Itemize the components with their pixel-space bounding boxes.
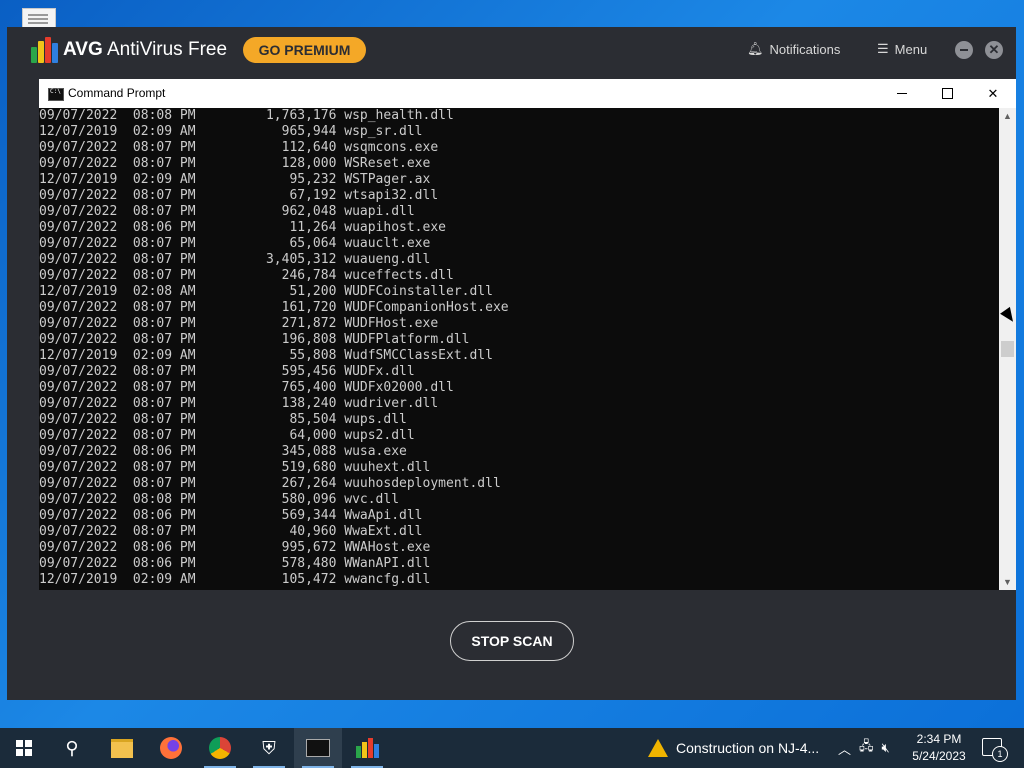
windows-logo-icon (16, 740, 32, 756)
avg-app-title: AVG AntiVirus Free (63, 39, 227, 61)
chevron-up-icon[interactable]: ︿ (838, 739, 851, 758)
console-line: 09/07/2022 08:06 PM 11,264 wuapihost.exe (39, 220, 446, 235)
taskbar: ⚲ ⛨ Construction on NJ-4... ︿ 🖧︎ 🔇︎ 2:34… (0, 728, 1024, 768)
search-button[interactable]: ⚲ (48, 728, 96, 768)
shield-icon: ⛨ (262, 737, 276, 758)
console-line: 09/07/2022 08:06 PM 995,672 WWAHost.exe (39, 540, 431, 555)
bell-icon: 🔔︎ (747, 41, 764, 56)
console-line: 09/07/2022 08:07 PM 128,000 WSReset.exe (39, 156, 431, 171)
go-premium-button[interactable]: GO PREMIUM (243, 37, 366, 63)
console-line: 09/07/2022 08:07 PM 765,400 WUDFx02000.d… (39, 380, 454, 395)
cmd-scrollbar[interactable]: ▲ ▼ (999, 108, 1016, 590)
hamburger-icon: ☰ (877, 41, 889, 56)
console-line: 12/07/2019 02:09 AM 95,232 WSTPager.ax (39, 172, 431, 187)
console-line: 09/07/2022 08:07 PM 65,064 wuauclt.exe (39, 236, 431, 251)
console-line: 09/07/2022 08:07 PM 962,048 wuapi.dll (39, 204, 415, 219)
console-line: 09/07/2022 08:07 PM 271,872 WUDFHost.exe (39, 316, 439, 331)
stop-scan-button[interactable]: STOP SCAN (450, 621, 574, 661)
scroll-up-arrow-icon[interactable]: ▲ (999, 108, 1016, 124)
console-line: 09/07/2022 08:07 PM 64,000 wups2.dll (39, 428, 415, 443)
taskbar-security[interactable]: ⛨ (245, 728, 293, 768)
console-line: 09/07/2022 08:06 PM 569,344 WwaApi.dll (39, 508, 423, 523)
notifications-label: Notifications (769, 41, 841, 57)
avg-minimize-button[interactable] (955, 41, 973, 59)
avg-close-button[interactable]: ✕ (985, 41, 1003, 59)
cmd-close-button[interactable]: ✕ (970, 79, 1016, 108)
console-line: 09/07/2022 08:07 PM 519,680 wuuhext.dll (39, 460, 431, 475)
console-line: 09/07/2022 08:07 PM 161,720 WUDFCompanio… (39, 300, 509, 315)
console-line: 09/07/2022 08:08 PM 1,763,176 wsp_health… (39, 108, 454, 123)
system-tray: ︿ 🖧︎ 🔇︎ (838, 728, 890, 768)
cmd-maximize-button[interactable] (924, 79, 970, 108)
menu-button[interactable]: ☰ Menu (877, 41, 927, 57)
console-line: 09/07/2022 08:07 PM 595,456 WUDFx.dll (39, 364, 415, 379)
cmd-window-title: Command Prompt (68, 86, 166, 100)
console-line: 09/07/2022 08:06 PM 345,088 wusa.exe (39, 444, 407, 459)
cmd-icon (48, 88, 64, 101)
taskbar-file-explorer[interactable] (98, 728, 146, 768)
clock-time: 2:34 PM (916, 732, 962, 746)
menu-label: Menu (894, 41, 928, 57)
start-button[interactable] (0, 728, 48, 768)
console-line: 12/07/2019 02:08 AM 51,200 WUDFCoinstall… (39, 284, 493, 299)
taskbar-clock[interactable]: 2:34 PM 5/24/2023 (906, 731, 972, 765)
weather-widget[interactable]: Construction on NJ-4... (648, 728, 819, 768)
avg-taskbar-icon (355, 738, 379, 758)
cmd-minimize-button[interactable] (879, 79, 925, 108)
console-line: 09/07/2022 08:06 PM 578,480 WWanAPI.dll (39, 556, 431, 571)
console-line: 09/07/2022 08:07 PM 246,784 wuceffects.d… (39, 268, 454, 283)
notification-count-badge: 1 (992, 746, 1008, 762)
firefox-icon (160, 737, 182, 759)
scrollbar-thumb[interactable] (1001, 341, 1014, 357)
console-line: 12/07/2019 02:09 AM 105,472 wwancfg.dll (39, 572, 431, 587)
taskbar-firefox[interactable] (147, 728, 195, 768)
console-line: 09/07/2022 08:08 PM 580,096 wvc.dll (39, 492, 400, 507)
taskbar-command-prompt[interactable] (294, 728, 342, 768)
cmd-taskbar-icon (306, 739, 330, 757)
console-line: 09/07/2022 08:07 PM 138,240 wudriver.dll (39, 396, 439, 411)
cmd-titlebar[interactable]: Command Prompt ✕ (39, 79, 1016, 108)
console-output[interactable]: 09/07/2022 08:08 PM 1,763,176 wsp_health… (39, 108, 999, 590)
console-line: 09/07/2022 08:07 PM 40,960 WwaExt.dll (39, 524, 423, 539)
console-line: 09/07/2022 08:07 PM 112,640 wsqmcons.exe (39, 140, 439, 155)
console-line: 09/07/2022 08:07 PM 85,504 wups.dll (39, 412, 407, 427)
avg-brand: AVG (63, 39, 103, 60)
chrome-icon (209, 737, 231, 759)
network-icon[interactable]: 🖧︎ (859, 737, 874, 759)
avg-header: AVG AntiVirus Free GO PREMIUM 🔔︎ Notific… (7, 27, 1016, 73)
search-icon: ⚲ (65, 737, 79, 758)
weather-text: Construction on NJ-4... (676, 740, 820, 756)
console-line: 09/07/2022 08:07 PM 196,808 WUDFPlatform… (39, 332, 470, 347)
notifications-button[interactable]: 🔔︎ Notifications (747, 41, 840, 57)
console-line: 12/07/2019 02:09 AM 965,944 wsp_sr.dll (39, 124, 423, 139)
taskbar-avg[interactable] (343, 728, 391, 768)
console-line: 09/07/2022 08:07 PM 3,405,312 wuaueng.dl… (39, 252, 431, 267)
console-line: 12/07/2019 02:09 AM 55,808 WudfSMCClassE… (39, 348, 493, 363)
scroll-down-arrow-icon[interactable]: ▼ (999, 574, 1016, 590)
console-line: 09/07/2022 08:07 PM 267,264 wuuhosdeploy… (39, 476, 501, 491)
avg-product: AntiVirus Free (107, 39, 228, 60)
avg-logo-icon (31, 37, 59, 63)
volume-muted-icon[interactable]: 🔇︎ (882, 740, 890, 756)
clock-date: 5/24/2023 (912, 749, 966, 763)
construction-warning-icon (648, 739, 668, 757)
command-prompt-window: Command Prompt ✕ 09/07/2022 08:08 PM 1,7… (39, 79, 1016, 590)
folder-icon (111, 738, 133, 758)
console-line: 09/07/2022 08:07 PM 67,192 wtsapi32.dll (39, 188, 439, 203)
taskbar-chrome[interactable] (196, 728, 244, 768)
